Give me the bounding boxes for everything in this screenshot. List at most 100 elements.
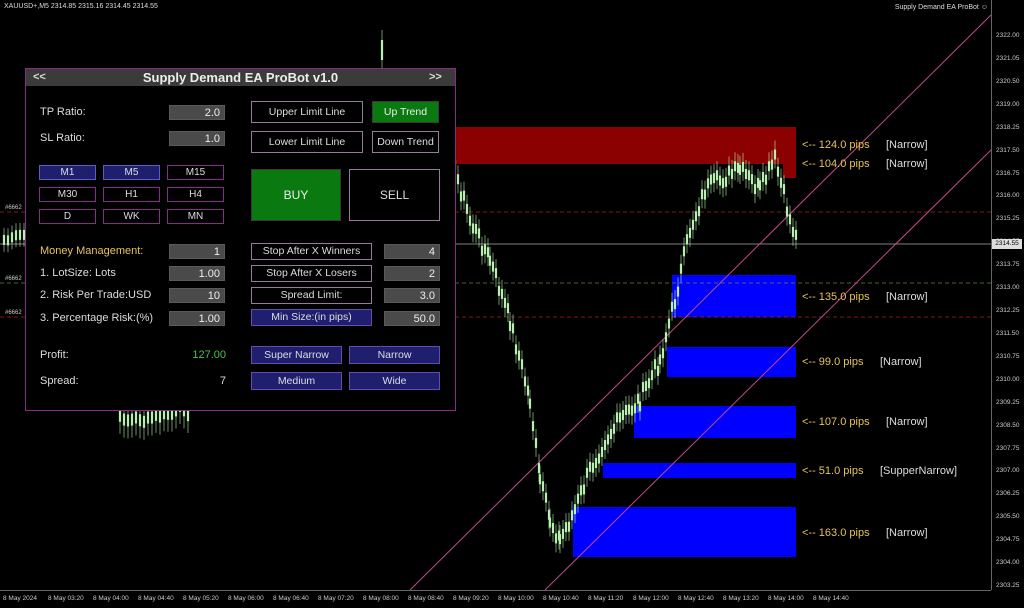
upper-limit-line-button[interactable]: Upper Limit Line — [251, 101, 363, 123]
time-tick: 8 May 03:20 — [48, 595, 84, 602]
timeframe-mn[interactable]: MN — [167, 209, 224, 224]
time-tick: 8 May 04:40 — [138, 595, 174, 602]
spread-label: Spread: — [40, 375, 79, 387]
spread-limit-field[interactable]: 3.0 — [384, 288, 440, 303]
time-tick: 8 May 10:00 — [498, 595, 534, 602]
price-axis[interactable]: 2322.00 2321.05 2320.50 2319.00 2318.25 2317.… — [991, 0, 1024, 590]
price-tick: 2319.00 — [996, 100, 1020, 108]
sl-ratio-label: SL Ratio: — [40, 132, 85, 144]
price-tick: 2304.00 — [996, 559, 1020, 567]
spread-value: 7 — [219, 375, 226, 387]
price-tick: 2313.75 — [996, 261, 1020, 269]
super-narrow-button[interactable]: Super Narrow — [251, 346, 342, 364]
tp-ratio-field[interactable]: 2.0 — [169, 105, 225, 120]
panel-title-bar[interactable]: Supply Demand EA ProBot v1.0 << >> — [26, 69, 455, 86]
money-management-field[interactable]: 1 — [169, 244, 225, 259]
ea-control-panel[interactable]: Supply Demand EA ProBot v1.0 << >> TP Ra… — [25, 68, 456, 411]
lot-size-field[interactable]: 1.00 — [169, 266, 225, 281]
zone-pips-label: <-- 99.0 pips — [802, 356, 864, 368]
price-tick: 2318.25 — [996, 123, 1020, 131]
narrow-button[interactable]: Narrow — [349, 346, 440, 364]
time-tick: 8 May 14:00 — [768, 595, 804, 602]
timeframe-m15[interactable]: M15 — [167, 165, 224, 180]
time-tick: 8 May 12:40 — [678, 595, 714, 602]
timeframe-h4[interactable]: H4 — [167, 187, 224, 202]
buy-button[interactable]: BUY — [251, 169, 341, 221]
risk-per-trade-field[interactable]: 10 — [169, 288, 225, 303]
timeframe-d[interactable]: D — [39, 209, 96, 224]
zone-size-tag: [SupperNarrow] — [880, 465, 958, 477]
demand-zone — [603, 463, 796, 478]
price-tick: 2316.00 — [996, 192, 1020, 200]
stop-after-winners-field[interactable]: 4 — [384, 244, 440, 259]
zone-size-tag: [Narrow] — [886, 416, 928, 428]
collapse-left-button[interactable]: << — [33, 71, 46, 83]
expand-right-button[interactable]: >> — [429, 71, 442, 83]
time-tick: 8 May 09:20 — [453, 595, 489, 602]
price-tick: 2310.00 — [996, 375, 1020, 383]
price-tick: 2309.25 — [996, 398, 1020, 406]
timeframe-m30[interactable]: M30 — [39, 187, 96, 202]
timeframe-wk[interactable]: WK — [103, 209, 160, 224]
price-tick: 2308.50 — [996, 421, 1020, 429]
lower-limit-line-button[interactable]: Lower Limit Line — [251, 131, 363, 153]
price-tick: 2320.50 — [996, 77, 1020, 85]
time-tick: 8 May 14:40 — [813, 595, 849, 602]
percentage-risk-field[interactable]: 1.00 — [169, 311, 225, 326]
left-tag: #6662 — [5, 276, 22, 282]
left-tag: #6662 — [5, 310, 22, 316]
timeframe-m1[interactable]: M1 — [39, 165, 96, 180]
price-tick: 2311.50 — [996, 329, 1020, 337]
down-trend-button[interactable]: Down Trend — [372, 131, 439, 153]
spread-limit-button[interactable]: Spread Limit: — [251, 287, 372, 304]
zone-size-tag: [Narrow] — [880, 356, 922, 368]
timeframe-h1[interactable]: H1 — [103, 187, 160, 202]
price-tick: 2303.25 — [996, 582, 1020, 589]
symbol-info: XAUUSD+,M5 2314.85 2315.16 2314.45 2314.… — [4, 3, 158, 10]
panel-title: Supply Demand EA ProBot v1.0 — [142, 70, 339, 85]
time-tick: 8 May 13:20 — [723, 595, 759, 602]
price-tick: 2313.00 — [996, 284, 1020, 292]
tp-ratio-label: TP Ratio: — [40, 106, 86, 118]
lot-size-label: 1. LotSize: Lots — [40, 267, 116, 279]
zone-pips-label: <-- 104.0 pips — [802, 158, 870, 170]
sl-ratio-field[interactable]: 1.0 — [169, 131, 225, 146]
time-tick: 8 May 04:00 — [93, 595, 129, 602]
zone-pips-label: <-- 51.0 pips — [802, 465, 864, 477]
price-tick: 2312.25 — [996, 307, 1020, 314]
stop-after-losers-button[interactable]: Stop After X Losers — [251, 265, 372, 282]
current-price-tag: 2314.55 — [992, 239, 1022, 249]
time-tick: 8 May 12:00 — [633, 595, 669, 602]
zone-pips-label: <-- 163.0 pips — [802, 527, 870, 539]
timeframe-m5[interactable]: M5 — [103, 165, 160, 180]
time-tick: 8 May 07:20 — [318, 595, 354, 602]
stop-after-winners-button[interactable]: Stop After X Winners — [251, 243, 372, 260]
money-management-label: Money Management: — [40, 245, 144, 257]
smiley-icon: ☺ — [980, 4, 988, 11]
percentage-risk-label: 3. Percentage Risk:(%) — [40, 312, 154, 324]
price-tick: 2317.50 — [996, 146, 1020, 154]
up-trend-button[interactable]: Up Trend — [372, 101, 439, 123]
time-axis[interactable]: 8 May 2024 8 May 03:20 8 May 04:00 8 May 04… — [0, 590, 991, 608]
min-size-field[interactable]: 50.0 — [384, 311, 440, 326]
time-tick: 8 May 06:00 — [228, 595, 264, 602]
min-size-button[interactable]: Min Size:(in pips) — [251, 309, 372, 326]
stop-after-losers-field[interactable]: 2 — [384, 266, 440, 281]
medium-button[interactable]: Medium — [251, 372, 342, 390]
zone-pips-label: <-- 124.0 pips — [802, 139, 870, 151]
time-tick: 8 May 05:20 — [183, 595, 219, 602]
price-tick: 2307.00 — [996, 467, 1020, 475]
price-tick: 2307.75 — [996, 444, 1020, 452]
price-tick: 2310.75 — [996, 352, 1020, 360]
supply-zone — [455, 127, 796, 164]
profit-label: Profit: — [40, 349, 69, 361]
sell-button[interactable]: SELL — [349, 169, 440, 221]
wide-button[interactable]: Wide — [349, 372, 440, 390]
price-tick: 2305.50 — [996, 513, 1020, 521]
time-tick: 8 May 08:40 — [408, 595, 444, 602]
price-tick: 2316.75 — [996, 169, 1020, 177]
zone-size-tag: [Narrow] — [886, 291, 928, 303]
time-tick: 8 May 2024 — [3, 595, 37, 602]
supply-zone — [783, 163, 796, 178]
demand-zone — [573, 507, 796, 557]
